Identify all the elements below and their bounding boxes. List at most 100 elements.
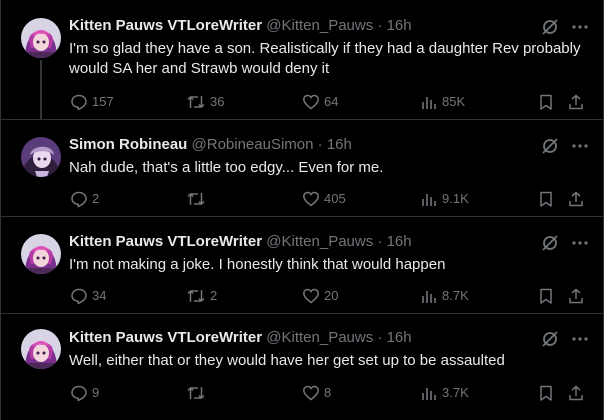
post-text: I'm not making a joke. I honestly think … bbox=[69, 256, 446, 273]
post-header: Kitten Pauws VTLoreWriter @Kitten_Pauws … bbox=[69, 233, 412, 251]
more-options-icon[interactable] bbox=[570, 233, 590, 253]
view-count: 3.7K bbox=[442, 385, 469, 400]
reply-button[interactable]: 2 bbox=[70, 189, 99, 209]
avatar[interactable] bbox=[21, 18, 61, 58]
repost-button[interactable]: 36 bbox=[186, 92, 224, 112]
post-text: I'm so glad they have a son. Realistical… bbox=[69, 40, 581, 77]
repost-button[interactable]: 2 bbox=[186, 286, 217, 306]
reply-count: 34 bbox=[92, 288, 107, 303]
bookmark-button[interactable] bbox=[537, 383, 555, 403]
action-bar: 9 8 3.7K bbox=[70, 383, 590, 403]
repost-icon bbox=[187, 386, 205, 400]
pink-haired-character-avatar bbox=[21, 234, 61, 274]
action-bar: 2 405 9.1K bbox=[70, 189, 590, 209]
bookmark-icon bbox=[540, 385, 552, 401]
user-handle[interactable]: @Kitten_Pauws bbox=[266, 233, 373, 250]
timestamp[interactable]: 16h bbox=[387, 233, 412, 250]
post[interactable]: Kitten Pauws VTLoreWriter @Kitten_Pauws … bbox=[0, 217, 604, 313]
grok-icon[interactable] bbox=[540, 233, 560, 253]
grok-icon[interactable] bbox=[540, 136, 560, 156]
timestamp[interactable]: 16h bbox=[387, 329, 412, 346]
timestamp[interactable]: 16h bbox=[387, 17, 412, 34]
avatar[interactable] bbox=[21, 329, 61, 369]
bookmark-icon bbox=[540, 191, 552, 207]
share-button[interactable] bbox=[567, 189, 585, 209]
share-icon bbox=[569, 288, 583, 304]
display-name[interactable]: Simon Robineau bbox=[69, 136, 187, 153]
bookmark-button[interactable] bbox=[537, 189, 555, 209]
action-bar: 157 36 64 85K bbox=[70, 92, 590, 112]
views-icon bbox=[422, 291, 436, 303]
avatar[interactable] bbox=[21, 234, 61, 274]
like-button[interactable]: 405 bbox=[302, 189, 346, 209]
post-top-actions bbox=[540, 136, 590, 156]
reply-button[interactable]: 34 bbox=[70, 286, 106, 306]
display-name[interactable]: Kitten Pauws VTLoreWriter bbox=[69, 233, 262, 250]
views-icon bbox=[422, 194, 436, 206]
repost-button[interactable] bbox=[186, 383, 210, 403]
repost-button[interactable] bbox=[186, 189, 210, 209]
reply-button[interactable]: 9 bbox=[70, 383, 99, 403]
repost-icon bbox=[187, 289, 205, 303]
views-icon bbox=[422, 97, 436, 109]
timestamp[interactable]: 16h bbox=[327, 136, 352, 153]
views-button[interactable]: 9.1K bbox=[420, 189, 469, 209]
view-count: 85K bbox=[442, 94, 466, 109]
like-count: 20 bbox=[324, 288, 339, 303]
pink-haired-character-avatar bbox=[21, 329, 61, 369]
views-button[interactable]: 3.7K bbox=[420, 383, 469, 403]
repost-count: 2 bbox=[210, 288, 218, 303]
reply-icon bbox=[71, 288, 87, 305]
like-button[interactable]: 64 bbox=[302, 92, 338, 112]
reply-count: 2 bbox=[92, 191, 100, 206]
user-handle[interactable]: @Kitten_Pauws bbox=[266, 17, 373, 34]
like-button[interactable]: 8 bbox=[302, 383, 331, 403]
post[interactable]: Simon Robineau @RobineauSimon · 16h Nah … bbox=[0, 120, 604, 216]
like-count: 64 bbox=[324, 94, 339, 109]
post-header: Simon Robineau @RobineauSimon · 16h bbox=[69, 136, 352, 154]
views-icon bbox=[422, 388, 436, 400]
post[interactable]: Kitten Pauws VTLoreWriter @Kitten_Pauws … bbox=[0, 314, 604, 420]
share-button[interactable] bbox=[567, 383, 585, 403]
separator-dot: · bbox=[377, 17, 383, 34]
display-name[interactable]: Kitten Pauws VTLoreWriter bbox=[69, 17, 262, 34]
purple-character-avatar bbox=[21, 137, 61, 177]
share-button[interactable] bbox=[567, 92, 585, 112]
heart-icon bbox=[303, 385, 319, 401]
share-icon bbox=[569, 191, 583, 207]
separator-dot: · bbox=[377, 329, 383, 346]
bookmark-button[interactable] bbox=[537, 286, 555, 306]
share-button[interactable] bbox=[567, 286, 585, 306]
post-text: Nah dude, that's a little too edgy... Ev… bbox=[69, 159, 384, 176]
more-options-icon[interactable] bbox=[570, 329, 590, 349]
action-bar: 34 2 20 8.7K bbox=[70, 286, 590, 306]
reply-icon bbox=[71, 94, 87, 111]
pink-haired-character-avatar bbox=[21, 18, 61, 58]
share-icon bbox=[569, 94, 583, 110]
heart-icon bbox=[303, 191, 319, 207]
repost-count: 36 bbox=[210, 94, 225, 109]
reply-icon bbox=[71, 191, 87, 208]
display-name[interactable]: Kitten Pauws VTLoreWriter bbox=[69, 329, 262, 346]
views-button[interactable]: 85K bbox=[420, 92, 465, 112]
avatar[interactable] bbox=[21, 137, 61, 177]
more-options-icon[interactable] bbox=[570, 136, 590, 156]
separator-dot: · bbox=[377, 233, 383, 250]
user-handle[interactable]: @Kitten_Pauws bbox=[266, 329, 373, 346]
like-count: 8 bbox=[324, 385, 332, 400]
more-options-icon[interactable] bbox=[570, 17, 590, 37]
reply-button[interactable]: 157 bbox=[70, 92, 114, 112]
like-button[interactable]: 20 bbox=[302, 286, 338, 306]
post-top-actions bbox=[540, 17, 590, 37]
grok-icon[interactable] bbox=[540, 17, 560, 37]
user-handle[interactable]: @RobineauSimon bbox=[192, 136, 314, 153]
heart-icon bbox=[303, 94, 319, 110]
post-header: Kitten Pauws VTLoreWriter @Kitten_Pauws … bbox=[69, 329, 412, 347]
repost-icon bbox=[187, 95, 205, 109]
separator-dot: · bbox=[317, 136, 323, 153]
share-icon bbox=[569, 385, 583, 401]
views-button[interactable]: 8.7K bbox=[420, 286, 469, 306]
grok-icon[interactable] bbox=[540, 329, 560, 349]
bookmark-button[interactable] bbox=[537, 92, 555, 112]
post[interactable]: Kitten Pauws VTLoreWriter @Kitten_Pauws … bbox=[0, 0, 604, 119]
